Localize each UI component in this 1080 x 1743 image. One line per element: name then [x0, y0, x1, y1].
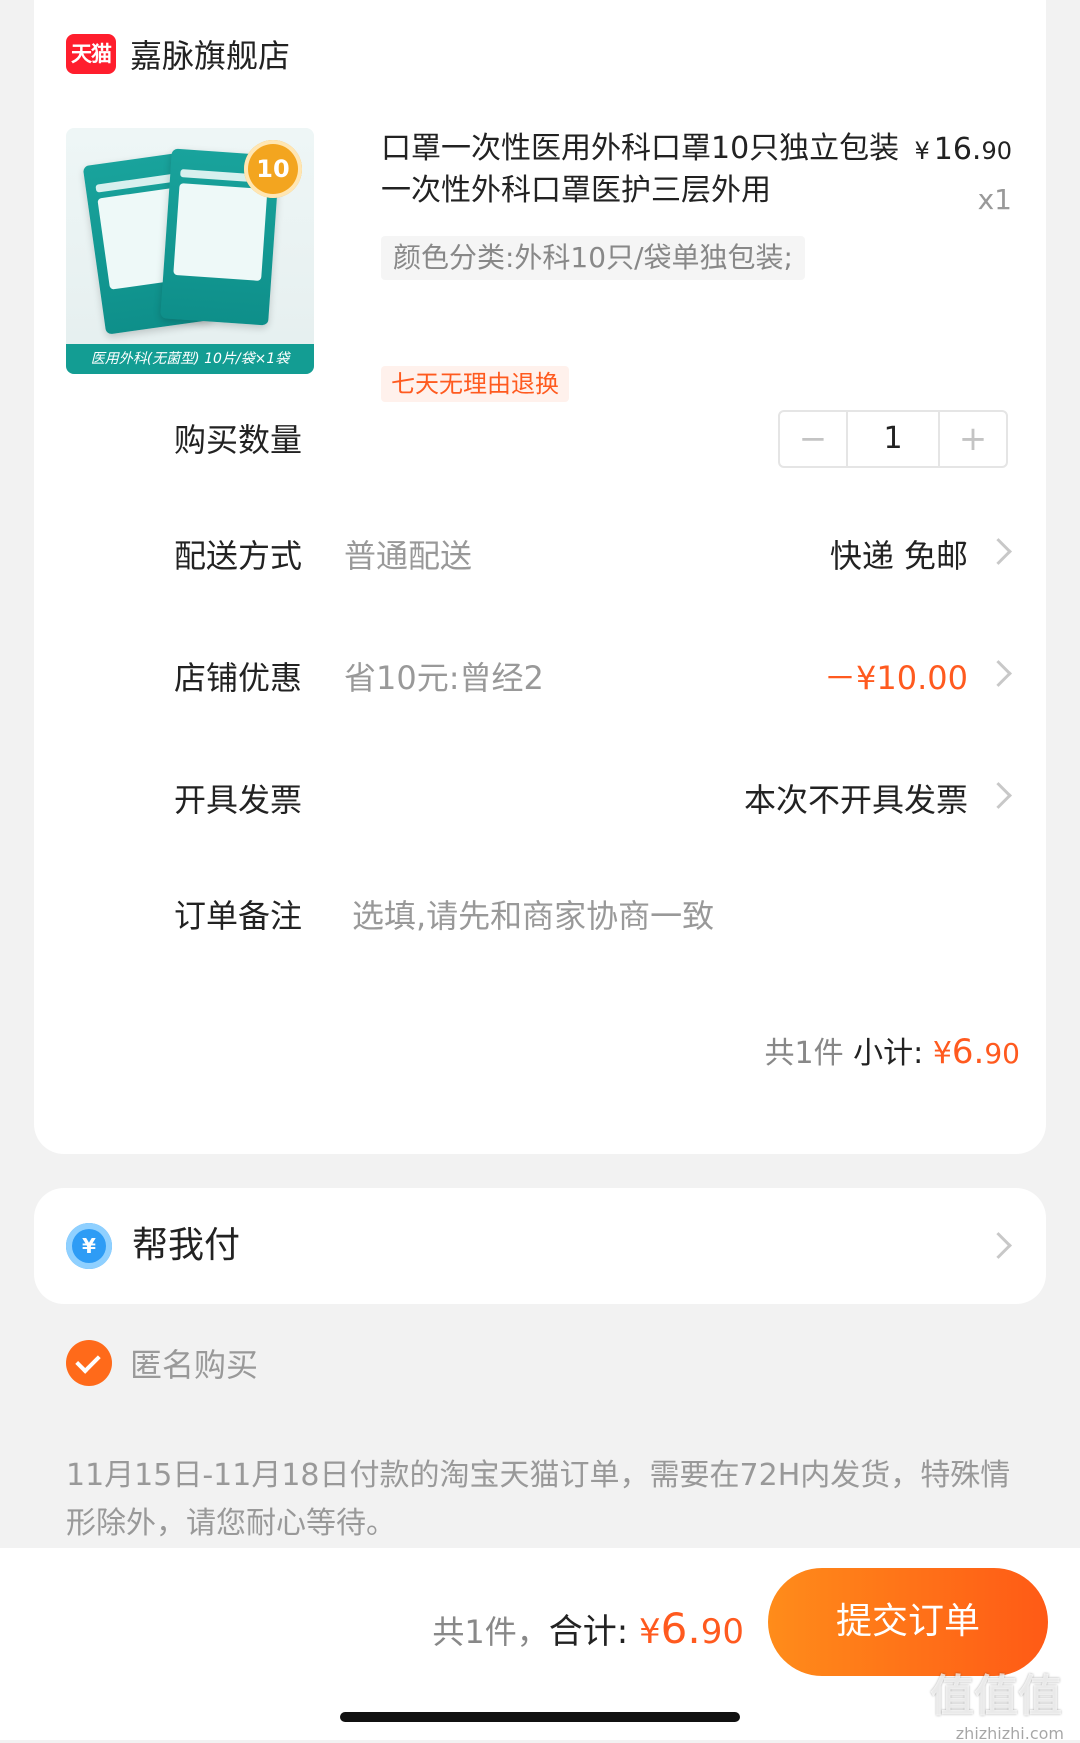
- order-card: 天猫 嘉脉旗舰店 10 医用外科(无菌型) 10片/袋×1袋 口罩一次性医用外科…: [34, 0, 1046, 1154]
- subtotal-decimal: 90: [984, 1037, 1020, 1070]
- subtotal-label: 小计:: [853, 1036, 924, 1071]
- chevron-right-icon[interactable]: [985, 782, 1012, 809]
- subtotal: 共1件 小计: ¥6.90: [765, 1028, 1020, 1072]
- delivery-row[interactable]: 配送方式 普通配送 快递 免邮: [34, 526, 1046, 586]
- chevron-right-icon[interactable]: [985, 1232, 1012, 1259]
- shop-discount-row[interactable]: 店铺优惠 省10元:曾经2 －¥10.00: [34, 648, 1046, 708]
- pack-count-badge: 10: [244, 140, 302, 198]
- product-title[interactable]: 口罩一次性医用外科口罩10只独立包装一次性外科口罩医护三层外用: [381, 128, 921, 212]
- total-amount: ¥6.90: [639, 1604, 744, 1653]
- shop-name[interactable]: 嘉脉旗舰店: [130, 31, 290, 77]
- purchase-quantity-row: 购买数量 − 1 +: [34, 410, 1046, 470]
- shop-discount-desc: 省10元:曾经2: [344, 659, 544, 697]
- product-image[interactable]: 10 医用外科(无菌型) 10片/袋×1袋: [66, 128, 314, 374]
- total-count: 共1件，: [432, 1613, 549, 1651]
- price-integer: 16.: [933, 132, 982, 167]
- subtotal-integer: 6.: [951, 1032, 985, 1072]
- product-price: ¥16.90: [914, 132, 1012, 167]
- invoice-row[interactable]: 开具发票 本次不开具发票: [34, 770, 1046, 830]
- order-total: 共1件，合计: ¥6.90: [432, 1604, 744, 1653]
- help-pay-label: 帮我付: [132, 1225, 241, 1266]
- invoice-label: 开具发票: [174, 781, 303, 819]
- quantity-stepper: − 1 +: [778, 410, 1008, 468]
- delivery-label: 配送方式: [174, 537, 303, 575]
- price-decimal: 90: [981, 137, 1012, 165]
- delivery-method: 普通配送: [344, 537, 473, 575]
- product-image-caption: 医用外科(无菌型) 10片/袋×1袋: [66, 344, 314, 374]
- home-indicator[interactable]: [340, 1712, 740, 1722]
- order-note-input[interactable]: 选填,请先和商家协商一致: [352, 886, 714, 946]
- tmall-logo-icon: 天猫: [66, 34, 116, 74]
- total-integer: 6.: [660, 1604, 701, 1653]
- shop-header[interactable]: 天猫 嘉脉旗舰店: [66, 32, 290, 76]
- quantity-input[interactable]: 1: [846, 412, 940, 466]
- order-note-row: 订单备注 选填,请先和商家协商一致: [34, 886, 1046, 946]
- decrease-button[interactable]: −: [780, 412, 846, 466]
- checkout-bar: 共1件，合计: ¥6.90 提交订单 值值值 zhizhizhi.com: [0, 1548, 1080, 1743]
- return-policy-tag: 七天无理由退换: [381, 366, 569, 402]
- total-decimal: 90: [700, 1612, 744, 1652]
- anonymous-purchase-label: 匿名购买: [130, 1346, 259, 1384]
- invoice-value: 本次不开具发票: [743, 781, 968, 819]
- chevron-right-icon[interactable]: [985, 538, 1012, 565]
- checkmark-icon[interactable]: [66, 1340, 112, 1386]
- yen-coin-icon: ¥: [66, 1223, 112, 1269]
- shipping-notice: 11月15日-11月18日付款的淘宝天猫订单，需要在72H内发货，特殊情形除外，…: [66, 1458, 1011, 1541]
- purchase-quantity-label: 购买数量: [174, 421, 303, 459]
- order-note-label: 订单备注: [174, 897, 303, 935]
- currency-symbol: ¥: [932, 1036, 952, 1071]
- currency-symbol: ¥: [914, 137, 930, 165]
- shop-discount-label: 店铺优惠: [174, 659, 303, 697]
- delivery-value: 快递 免邮: [829, 537, 968, 575]
- shop-discount-value: －¥10.00: [824, 659, 968, 697]
- subtotal-amount: ¥6.90: [932, 1032, 1020, 1072]
- help-pay-card[interactable]: ¥ 帮我付: [34, 1188, 1046, 1304]
- watermark-url: zhizhizhi.com: [955, 1724, 1064, 1743]
- anonymous-purchase-toggle[interactable]: 匿名购买: [66, 1340, 258, 1386]
- subtotal-count: 共1件: [764, 1036, 844, 1071]
- watermark-logo: 值值值: [930, 1671, 1062, 1722]
- product-quantity: x1: [977, 183, 1012, 216]
- increase-button[interactable]: +: [940, 412, 1006, 466]
- currency-symbol: ¥: [639, 1612, 661, 1652]
- spec-tag[interactable]: 颜色分类:外科10只/袋单独包装;: [381, 236, 805, 280]
- chevron-right-icon[interactable]: [985, 660, 1012, 687]
- total-label: 合计:: [548, 1612, 629, 1652]
- product-price-column: ¥16.90 x1: [914, 132, 1012, 216]
